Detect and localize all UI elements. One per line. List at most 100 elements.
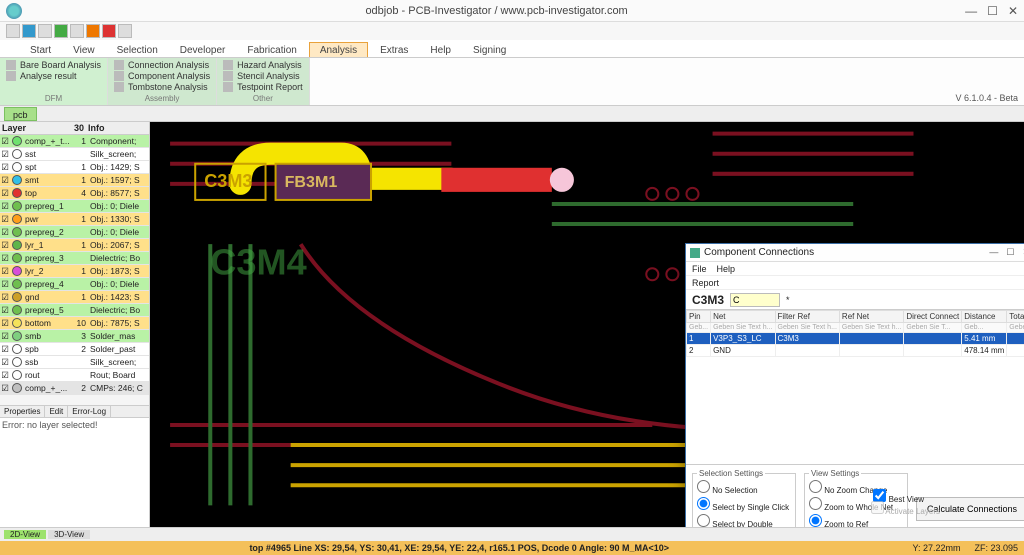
tab-extras[interactable]: Extras <box>370 43 418 57</box>
layer-row[interactable]: ☑lyr_21Obj.: 1873; S <box>0 265 149 278</box>
dialog-maximize-icon[interactable]: ☐ <box>1006 247 1014 258</box>
col-net[interactable]: Net <box>711 311 775 323</box>
pcb-canvas[interactable]: C3M3 FB3M1 C3M4 Draw only selected objec… <box>150 122 1024 527</box>
layer-color-swatch[interactable] <box>12 292 22 302</box>
tab-view[interactable]: View <box>63 43 105 57</box>
layer-row[interactable]: ☑lyr_11Obj.: 2067; S <box>0 239 149 252</box>
layer-checkbox[interactable]: ☑ <box>0 370 10 381</box>
dialog-titlebar[interactable]: Component Connections — ☐ ✕ <box>686 244 1024 262</box>
hazard-analysis-button[interactable]: Hazard Analysis <box>223 60 303 70</box>
layer-color-swatch[interactable] <box>12 214 22 224</box>
tab-analysis[interactable]: Analysis <box>309 42 368 57</box>
layer-color-swatch[interactable] <box>12 305 22 315</box>
layer-row[interactable]: ☑ssbSilk_screen; <box>0 356 149 369</box>
layer-row[interactable]: ☑prepreg_5Dielectric; Bo <box>0 304 149 317</box>
connection-analysis-button[interactable]: Connection Analysis <box>114 60 210 70</box>
tab-properties[interactable]: Properties <box>0 406 45 417</box>
tool-icon[interactable] <box>70 24 84 38</box>
col-total-net-length[interactable]: Total Net Length <box>1007 311 1024 323</box>
layer-row[interactable]: ☑prepreg_3Dielectric; Bo <box>0 252 149 265</box>
layer-color-swatch[interactable] <box>12 240 22 250</box>
tab-signing[interactable]: Signing <box>463 43 516 57</box>
layer-color-swatch[interactable] <box>12 344 22 354</box>
tab-fabrication[interactable]: Fabrication <box>237 43 306 57</box>
layer-color-swatch[interactable] <box>12 162 22 172</box>
layer-color-swatch[interactable] <box>12 175 22 185</box>
col-filter-ref[interactable]: Filter Ref <box>775 311 839 323</box>
layer-row[interactable]: ☑smt1Obj.: 1597; S <box>0 174 149 187</box>
chk-activate-layers[interactable]: Activate Layers <box>871 501 940 518</box>
col-pin[interactable]: Pin <box>687 311 711 323</box>
layer-row[interactable]: ☑bottom10Obj.: 7875; S <box>0 317 149 330</box>
layer-row[interactable]: ☑comp_+_t...1Component; <box>0 135 149 148</box>
component-filter-input[interactable] <box>730 293 780 307</box>
minimize-icon[interactable]: — <box>965 4 977 18</box>
layer-color-swatch[interactable] <box>12 331 22 341</box>
layer-row[interactable]: ☑spb2Solder_past <box>0 343 149 356</box>
layer-checkbox[interactable]: ☑ <box>0 344 10 355</box>
bare-board-analysis-button[interactable]: Bare Board Analysis <box>6 60 101 70</box>
tab-selection[interactable]: Selection <box>107 43 168 57</box>
layer-checkbox[interactable]: ☑ <box>0 162 10 173</box>
layer-checkbox[interactable]: ☑ <box>0 240 10 251</box>
testpoint-report-button[interactable]: Testpoint Report <box>223 82 303 92</box>
layer-checkbox[interactable]: ☑ <box>0 292 10 303</box>
layer-color-swatch[interactable] <box>12 188 22 198</box>
layer-row[interactable]: ☑smb3Solder_mas <box>0 330 149 343</box>
layer-checkbox[interactable]: ☑ <box>0 305 10 316</box>
dialog-report-label[interactable]: Report <box>692 278 719 288</box>
layer-color-swatch[interactable] <box>12 279 22 289</box>
maximize-icon[interactable]: ☐ <box>987 4 998 18</box>
connections-grid[interactable]: Pin Net Filter Ref Ref Net Direct Connec… <box>686 310 1024 464</box>
opt-double-click[interactable]: Select by Double Click <box>697 514 791 527</box>
layer-checkbox[interactable]: ☑ <box>0 383 10 394</box>
layer-checkbox[interactable]: ☑ <box>0 253 10 264</box>
tool-icon[interactable] <box>6 24 20 38</box>
tool-icon[interactable] <box>102 24 116 38</box>
layer-color-swatch[interactable] <box>12 266 22 276</box>
layer-color-swatch[interactable] <box>12 383 22 393</box>
layer-checkbox[interactable]: ☑ <box>0 136 10 147</box>
layer-checkbox[interactable]: ☑ <box>0 279 10 290</box>
tool-icon[interactable] <box>22 24 36 38</box>
layer-checkbox[interactable]: ☑ <box>0 227 10 238</box>
tool-icon[interactable] <box>118 24 132 38</box>
stencil-analysis-button[interactable]: Stencil Analysis <box>223 71 303 81</box>
layer-row[interactable]: ☑prepreg_1Obj.: 0; Diele <box>0 200 149 213</box>
tool-icon[interactable] <box>86 24 100 38</box>
tab-error-log[interactable]: Error-Log <box>68 406 111 417</box>
layer-checkbox[interactable]: ☑ <box>0 188 10 199</box>
layer-row[interactable]: ☑spt1Obj.: 1429; S <box>0 161 149 174</box>
layer-row[interactable]: ☑routRout; Board <box>0 369 149 382</box>
layer-row[interactable]: ☑pwr1Obj.: 1330; S <box>0 213 149 226</box>
layer-checkbox[interactable]: ☑ <box>0 331 10 342</box>
layer-checkbox[interactable]: ☑ <box>0 214 10 225</box>
layer-row[interactable]: ☑top4Obj.: 8577; S <box>0 187 149 200</box>
tab-developer[interactable]: Developer <box>170 43 236 57</box>
close-icon[interactable]: ✕ <box>1008 4 1018 18</box>
tab-3d-view[interactable]: 3D-View <box>48 530 90 539</box>
layer-checkbox[interactable]: ☑ <box>0 175 10 186</box>
layer-checkbox[interactable]: ☑ <box>0 201 10 212</box>
layer-color-swatch[interactable] <box>12 318 22 328</box>
col-ref-net[interactable]: Ref Net <box>839 311 903 323</box>
component-analysis-button[interactable]: Component Analysis <box>114 71 210 81</box>
layer-color-swatch[interactable] <box>12 227 22 237</box>
dialog-menu-file[interactable]: File <box>692 264 707 274</box>
col-distance[interactable]: Distance <box>962 311 1007 323</box>
opt-single-click[interactable]: Select by Single Click <box>697 497 791 514</box>
dialog-menu-help[interactable]: Help <box>717 264 736 274</box>
grid-row[interactable]: 1 V3P3_S3_LC C3M3 5.41 mm <box>687 333 1024 345</box>
tombstone-analysis-button[interactable]: Tombstone Analysis <box>114 82 210 92</box>
layer-row[interactable]: ☑comp_+_...2CMPs: 246; C <box>0 382 149 395</box>
layer-checkbox[interactable]: ☑ <box>0 266 10 277</box>
document-tab-pcb[interactable]: pcb <box>4 107 37 121</box>
col-direct-connect[interactable]: Direct Connect <box>904 311 962 323</box>
layer-row[interactable]: ☑prepreg_2Obj.: 0; Diele <box>0 226 149 239</box>
grid-row[interactable]: 2 GND 478.14 mm <box>687 345 1024 357</box>
layer-row[interactable]: ☑sstSilk_screen; <box>0 148 149 161</box>
analyse-result-button[interactable]: Analyse result <box>6 71 101 81</box>
tab-edit[interactable]: Edit <box>45 406 68 417</box>
layer-color-swatch[interactable] <box>12 136 22 146</box>
grid-filter-row[interactable]: Geb... Geben Sie Text h... Geben Sie Tex… <box>687 323 1024 333</box>
